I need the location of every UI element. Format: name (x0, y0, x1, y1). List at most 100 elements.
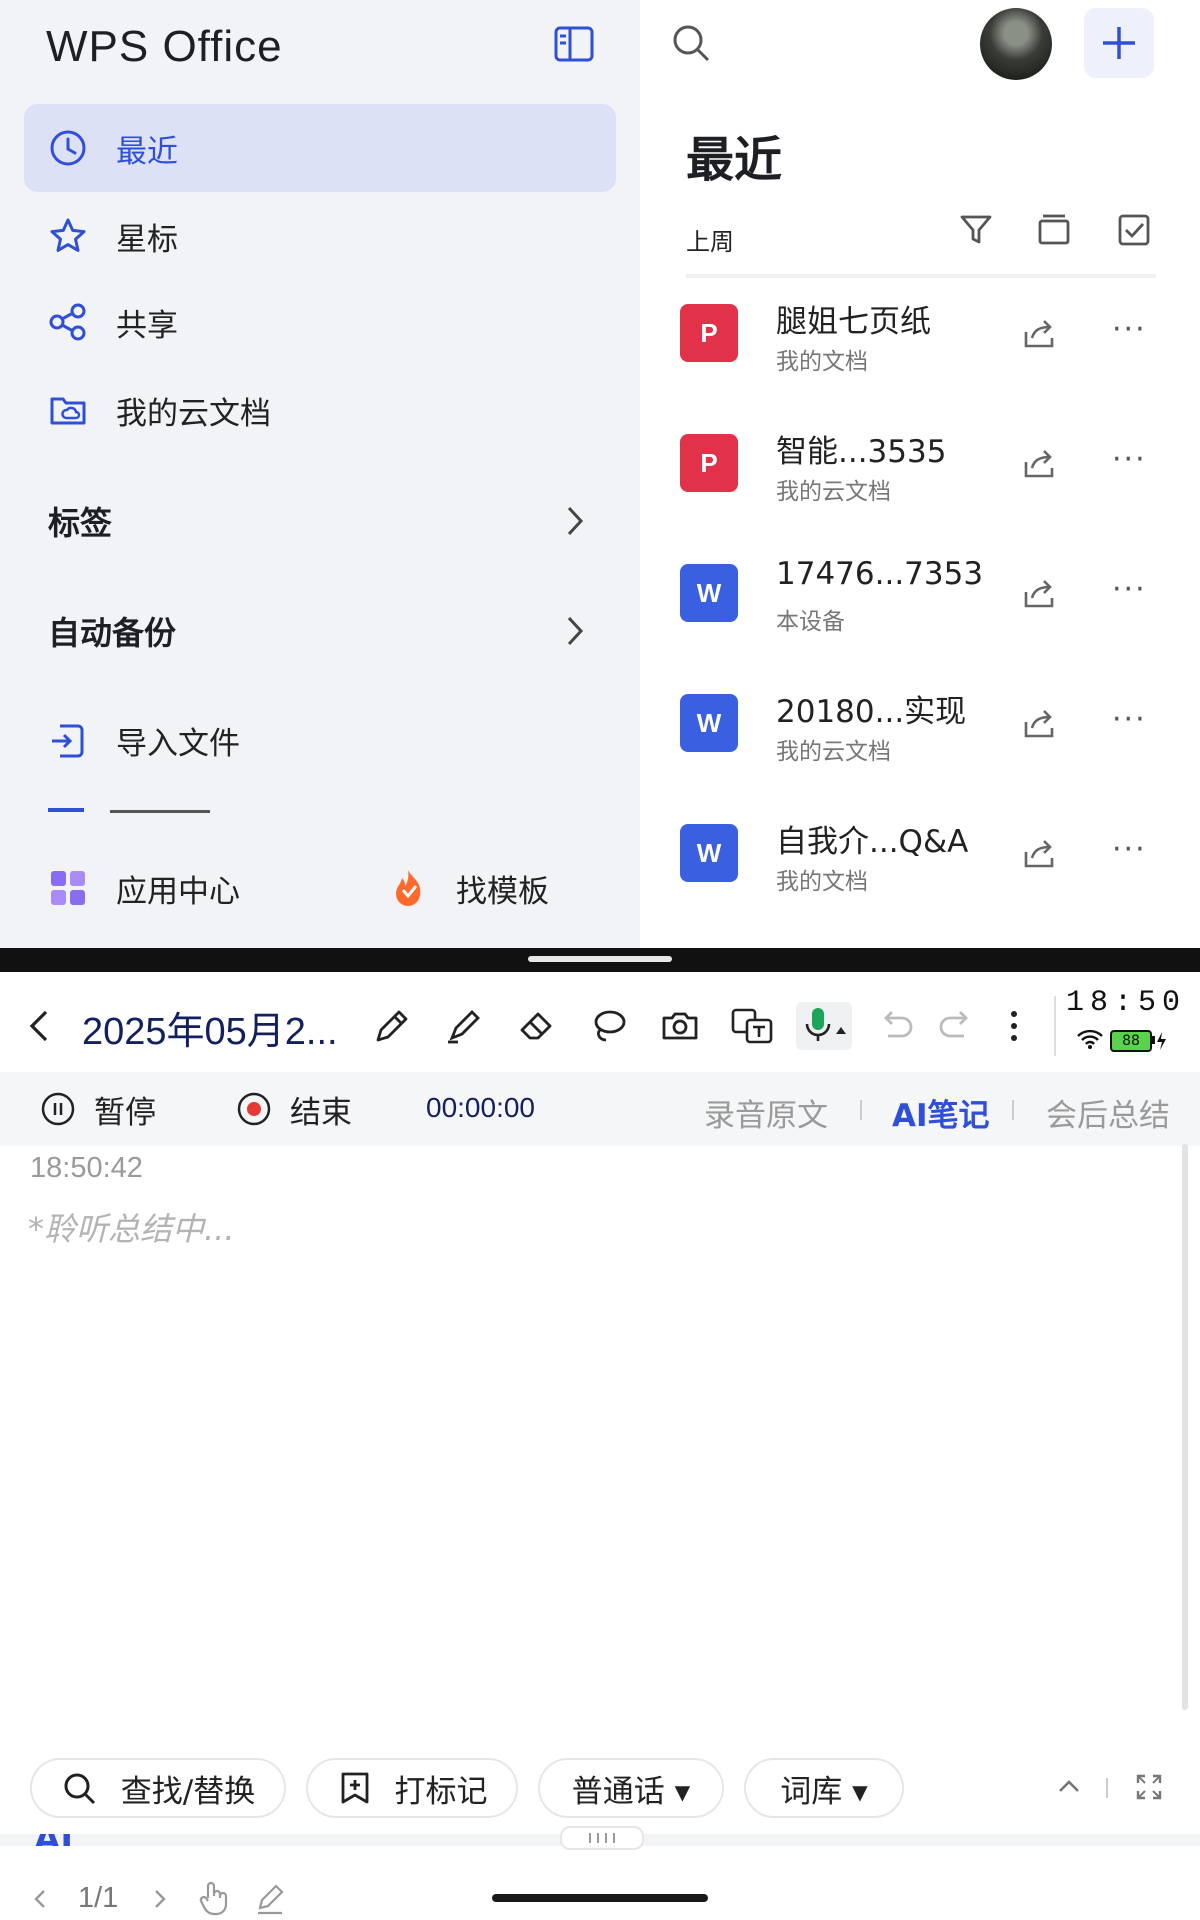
note-editor-pane: 2025年05月2... 18:50 88 暂停 结束 00:00:00 录音原… (0, 972, 1200, 1920)
more-vertical-icon[interactable] (990, 1002, 1038, 1050)
file-row[interactable]: W 17476...7353 本设备 ··· (680, 536, 1170, 664)
file-location: 我的云文档 (776, 479, 891, 505)
avatar[interactable] (980, 8, 1052, 80)
language-select[interactable]: 普通话 ▾ (538, 1758, 724, 1818)
highlighter-icon[interactable] (440, 1002, 488, 1050)
tab-divider (860, 1100, 862, 1120)
wps-home-pane: WPS Office 最近 星标 共享 我的云文档 标签 自动备份 导入文件 应… (0, 0, 1200, 948)
new-document-button[interactable] (1084, 8, 1154, 78)
sidebar-item-import[interactable]: 导入文件 (24, 696, 616, 784)
word-file-icon: W (680, 824, 738, 882)
share-icon[interactable] (1022, 836, 1058, 876)
file-row[interactable]: P 智能...3535 我的云文档 ··· (680, 406, 1170, 534)
listening-placeholder: *聆听总结中... (28, 1210, 235, 1248)
more-horizontal-icon[interactable]: ··· (1112, 442, 1147, 477)
tab-ai-notes[interactable]: AI笔记 (892, 1090, 990, 1135)
auto-backup-section[interactable]: 自动备份 (24, 596, 616, 666)
prev-page-icon[interactable] (30, 1884, 50, 1918)
find-replace-label: 查找/替换 (120, 1773, 256, 1810)
panel-drag-handle[interactable] (560, 1826, 644, 1850)
share-icon[interactable] (1022, 576, 1058, 616)
share-icon[interactable] (1022, 446, 1058, 486)
status-clock: 18:50 (1066, 986, 1187, 1020)
tags-section[interactable]: 标签 (24, 486, 616, 556)
file-row[interactable]: W 自我介...Q&A 我的文档 ··· (680, 796, 1170, 924)
language-label: 普通话 ▾ (571, 1773, 691, 1810)
collapse-up-icon[interactable] (1054, 1774, 1084, 1802)
add-marker-button[interactable]: 打标记 (306, 1758, 518, 1818)
multi-select-icon[interactable] (1116, 212, 1152, 252)
redo-icon[interactable] (932, 1002, 980, 1050)
pause-icon (41, 1092, 75, 1126)
back-icon[interactable] (24, 1002, 54, 1054)
file-name: 自我介...Q&A (776, 824, 969, 860)
hand-tool-icon[interactable] (198, 1880, 230, 1920)
split-divider[interactable] (0, 948, 1200, 972)
more-horizontal-icon[interactable]: ··· (1112, 702, 1147, 737)
pen-tool-icon[interactable] (368, 1002, 416, 1050)
more-horizontal-icon[interactable]: ··· (1112, 832, 1147, 867)
file-location: 我的文档 (776, 869, 868, 895)
view-mode-icon[interactable] (1036, 212, 1072, 252)
share-nodes-icon (48, 302, 88, 342)
find-replace-button[interactable]: 查找/替换 (30, 1758, 286, 1818)
ai-label: AI (34, 1834, 73, 1846)
filter-icon[interactable] (958, 212, 994, 252)
share-icon[interactable] (1022, 706, 1058, 746)
undo-icon[interactable] (872, 1002, 920, 1050)
recording-bar: 暂停 结束 00:00:00 录音原文 AI笔记 会后总结 (0, 1072, 1200, 1146)
lexicon-label: 词库 ▾ (780, 1773, 868, 1810)
lexicon-select[interactable]: 词库 ▾ (744, 1758, 904, 1818)
pdf-file-icon: P (680, 434, 738, 492)
word-file-icon: W (680, 694, 738, 752)
lasso-icon[interactable] (584, 1002, 632, 1050)
app-center-button[interactable]: 应用中心 (24, 844, 324, 932)
word-file-icon: W (680, 564, 738, 622)
end-button[interactable]: 结束 (236, 1086, 352, 1132)
toolbar-divider (1054, 996, 1056, 1056)
find-template-button[interactable]: 找模板 (364, 844, 614, 932)
more-horizontal-icon[interactable]: ··· (1112, 572, 1147, 607)
app-center-label: 应用中心 (116, 873, 240, 910)
sidebar-item-recent[interactable]: 最近 (24, 104, 616, 192)
sidebar-item-shared[interactable]: 共享 (24, 278, 616, 366)
split-handle[interactable] (528, 956, 672, 962)
tab-summary[interactable]: 会后总结 (1046, 1090, 1170, 1135)
sidebar-item-cloud-docs[interactable]: 我的云文档 (24, 366, 616, 454)
scrollbar[interactable] (1182, 1144, 1188, 1710)
auto-backup-label: 自动备份 (48, 614, 177, 652)
camera-icon[interactable] (656, 1002, 704, 1050)
pause-button[interactable]: 暂停 (40, 1086, 156, 1132)
partially-hidden-item (48, 808, 218, 816)
voice-input-icon[interactable] (796, 1002, 852, 1050)
file-row[interactable]: P 腿姐七页纸 我的文档 ··· (680, 276, 1170, 404)
home-indicator (492, 1894, 708, 1902)
star-icon (48, 216, 88, 256)
tab-transcript[interactable]: 录音原文 (704, 1090, 828, 1135)
chevron-right-icon (567, 506, 584, 536)
file-name: 20180...实现 (776, 694, 967, 730)
template-flame-icon (388, 868, 428, 908)
eraser-icon[interactable] (512, 1002, 560, 1050)
file-row[interactable]: W 20180...实现 我的云文档 ··· (680, 666, 1170, 794)
search-icon[interactable] (670, 22, 712, 68)
app-logo: WPS Office (46, 22, 283, 71)
fullscreen-icon[interactable] (1134, 1772, 1164, 1806)
note-title[interactable]: 2025年05月2... (82, 1000, 338, 1055)
sidebar-item-starred[interactable]: 星标 (24, 192, 616, 280)
share-icon[interactable] (1022, 316, 1058, 356)
charging-icon (1152, 1030, 1168, 1054)
recording-timer: 00:00:00 (426, 1092, 535, 1123)
bookmark-plus-icon (341, 1772, 368, 1804)
handwriting-icon[interactable] (254, 1880, 286, 1920)
clock-icon (48, 128, 88, 168)
sidebar-item-label: 最近 (116, 133, 178, 170)
next-page-icon[interactable] (150, 1884, 170, 1918)
pdf-file-icon: P (680, 304, 738, 362)
end-label: 结束 (290, 1094, 352, 1131)
more-horizontal-icon[interactable]: ··· (1112, 312, 1147, 347)
translate-icon[interactable] (728, 1002, 776, 1050)
sidebar-item-label: 我的云文档 (116, 395, 271, 432)
sidebar-toggle-icon[interactable] (552, 22, 596, 66)
file-location: 本设备 (776, 609, 845, 635)
